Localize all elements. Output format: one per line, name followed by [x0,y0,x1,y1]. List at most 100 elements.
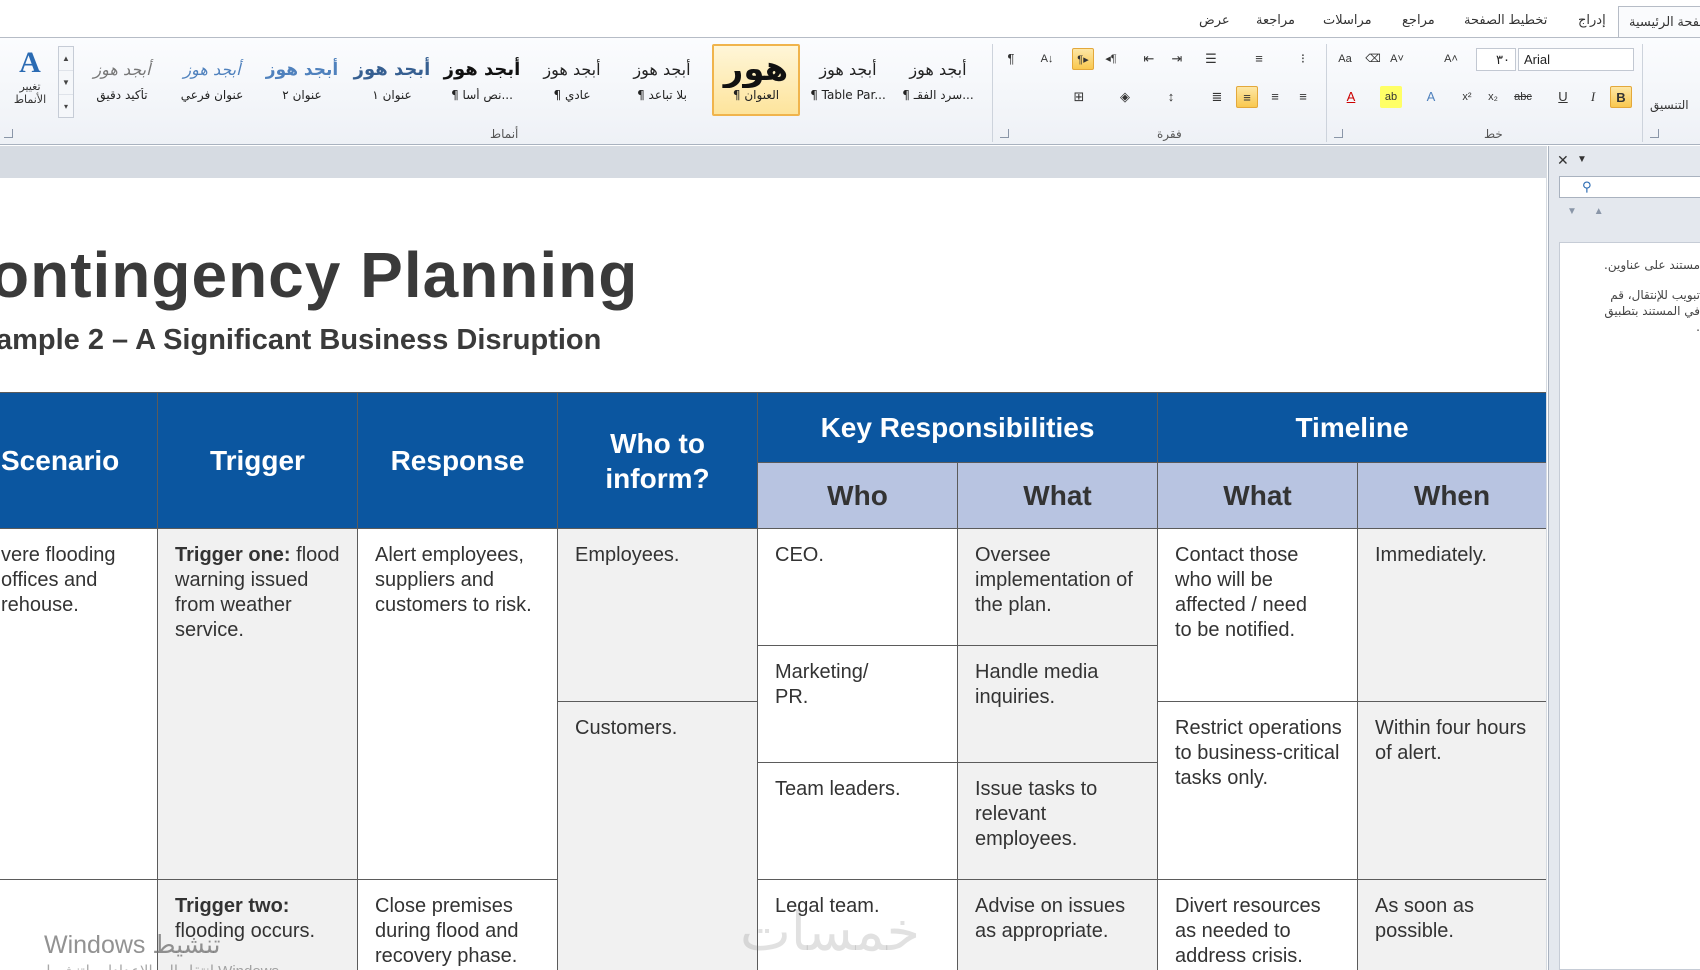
align-center-icon[interactable]: ≡ [1264,86,1286,108]
style-sample: أبجد هوز [183,60,241,79]
tab-page-layout[interactable]: تخطيط الصفحة [1464,12,1547,28]
cell-what-4[interactable]: Advise on issues as appropriate. [957,879,1158,970]
cell-when-3[interactable]: As soon as possible. [1357,879,1546,970]
distributed-icon[interactable]: ≣ [1206,86,1228,108]
text-effects-icon[interactable]: A [1420,86,1442,108]
italic-icon[interactable]: I [1582,86,1604,108]
cell-what-2[interactable]: Handle media inquiries. [957,645,1158,763]
tab-review[interactable]: مراجعة [1256,12,1295,28]
bullets-icon[interactable]: ⁝ [1292,48,1314,70]
header-scenario: Scenario [0,392,158,529]
cell-when-2[interactable]: Within four hours of alert. [1357,701,1546,880]
close-icon[interactable]: ✕ [1557,152,1569,169]
gallery-down-icon[interactable]: ▼ [59,71,73,95]
cell-scenario[interactable]: vere flooding offices and rehouse. [0,528,158,880]
cell-response-2[interactable]: Close premises during flood and recovery… [357,879,558,970]
style-subtle-emphasis[interactable]: أبجد هوز تأكيد دقيق [78,44,166,116]
document-page[interactable]: ontingency Planning ample 2 – A Signific… [0,178,1546,970]
nav-arrows: ▼ ▲ [1567,206,1604,217]
style-body-text[interactable]: أبجد هوز ¶ نص أسا... [438,44,526,116]
style-normal[interactable]: أبجد هوز ¶ عادي [528,44,616,116]
change-styles-button[interactable]: A تغيير الأنماط [4,46,56,126]
chevron-down-icon[interactable]: ▼ [1567,206,1577,217]
tab-mailings[interactable]: مراسلات [1323,12,1372,28]
styles-dialog-launcher-icon[interactable] [4,129,13,138]
cell-what-3[interactable]: Issue tasks to relevant employees. [957,762,1158,880]
change-case-icon[interactable]: Aa [1334,48,1356,70]
decrease-indent-icon[interactable]: ⇥ [1166,48,1188,70]
header-who-to-inform: Who to inform? [557,392,758,529]
style-gallery: أبجد هوز تأكيد دقيق أبجد هوز عنوان فرعي … [78,44,983,120]
tab-references[interactable]: مراجع [1402,12,1435,28]
cell-trigger-1[interactable]: Trigger one: flood warning issued from w… [157,528,358,880]
multilevel-list-icon[interactable]: ☰ [1200,48,1222,70]
borders-icon[interactable]: ⊞ [1068,86,1090,108]
numbering-icon[interactable]: ≡ [1248,48,1270,70]
shading-icon[interactable]: ◈ [1114,86,1136,108]
increase-indent-icon[interactable]: ⇤ [1138,48,1160,70]
bold-icon[interactable]: B [1610,86,1632,108]
line-spacing-icon[interactable]: ↕ [1160,86,1182,108]
gallery-more-icon[interactable]: ▾ [59,95,73,119]
underline-icon[interactable]: U [1552,86,1574,108]
font-size-field[interactable]: ٣٠ [1476,48,1516,71]
font-group-label: خط [1484,127,1503,141]
chevron-up-icon[interactable]: ▲ [1594,206,1604,217]
group-divider [1642,44,1643,142]
show-formatting-marks-icon[interactable]: ¶ [1000,48,1022,70]
ltr-direction-icon[interactable]: ¶▸ [1072,48,1094,70]
header-what: What [957,462,1158,529]
strikethrough-icon[interactable]: abc [1512,86,1534,108]
style-table-paragraph[interactable]: أبجد هوز ¶ Table Par... [804,44,892,116]
cell-timeline-what-3[interactable]: Divert resources as needed to address cr… [1157,879,1358,970]
ribbon: A تغيير الأنماط ▲ ▼ ▾ أبجد هوز تأكيد دقي… [0,37,1700,145]
style-no-spacing[interactable]: أبجد هوز ¶ بلا تباعد [618,44,706,116]
tab-insert[interactable]: إدراج [1578,12,1606,28]
cell-who-1[interactable]: CEO. [757,528,958,646]
font-color-icon[interactable]: A [1340,86,1362,108]
subscript-icon[interactable]: x₂ [1482,86,1504,108]
paragraph-dialog-launcher-icon[interactable] [1000,129,1009,138]
superscript-icon[interactable]: x² [1456,86,1478,108]
style-subtitle[interactable]: أبجد هوز عنوان فرعي [168,44,256,116]
clear-formatting-icon[interactable]: ⌫ [1362,48,1384,70]
cell-inform-2[interactable]: Customers. [557,701,758,970]
style-label: ¶ عادي [553,88,591,102]
grow-font-icon[interactable]: A˄ [1440,48,1462,70]
gallery-up-icon[interactable]: ▲ [59,47,73,71]
cell-what-1[interactable]: Oversee implementation of the plan. [957,528,1158,646]
font-dialog-launcher-icon[interactable] [1334,129,1343,138]
cell-who-2[interactable]: Marketing/ PR. [757,645,958,763]
font-name-field[interactable]: Arial [1518,48,1634,71]
cell-who-3[interactable]: Team leaders. [757,762,958,880]
cell-when-1[interactable]: Immediately. [1357,528,1546,702]
style-sample: أبجد هوز [543,60,601,79]
highlight-icon[interactable]: ab [1380,86,1402,108]
cell-inform-1[interactable]: Employees. [557,528,758,702]
group-divider [992,44,993,142]
cell-timeline-what-1[interactable]: Contact those who will be affected / nee… [1157,528,1358,702]
clipboard-dialog-launcher-icon[interactable] [1650,129,1659,138]
tab-home[interactable]: الصفحة الرئيسية [1618,6,1700,38]
nav-search-input[interactable]: ⚲ [1559,176,1700,198]
header-who: Who [757,462,958,529]
style-title[interactable]: هور ¶ العنوان [712,44,800,116]
cell-timeline-what-2[interactable]: Restrict operations to business-critical… [1157,701,1358,880]
sort-icon[interactable]: A↓ [1036,48,1058,70]
tab-view[interactable]: عرض [1199,12,1230,28]
style-list-paragraph[interactable]: أبجد هوز ¶ سرد الفقـ... [894,44,982,116]
align-left-icon[interactable]: ≡ [1236,86,1258,108]
cell-response-1[interactable]: Alert employees, suppliers and customers… [357,528,558,880]
style-sample: أبجد هوز [265,60,339,80]
header-key-responsibilities: Key Responsibilities [757,392,1158,463]
align-right-icon[interactable]: ≡ [1292,86,1314,108]
style-sample: أبجد هوز [443,59,521,80]
rtl-direction-icon[interactable]: ◂¶ [1100,48,1122,70]
style-heading-2[interactable]: أبجد هوز عنوان ٢ [258,44,346,116]
shrink-font-icon[interactable]: A˅ [1386,48,1408,70]
format-painter-label[interactable]: التنسيق [1650,98,1689,112]
pane-menu-icon[interactable]: ▼ [1577,154,1587,165]
style-sample: أبجد هوز [633,60,691,79]
trigger-1-label: Trigger one: [175,544,291,566]
style-heading-1[interactable]: أبجد هوز عنوان ١ [348,44,436,116]
